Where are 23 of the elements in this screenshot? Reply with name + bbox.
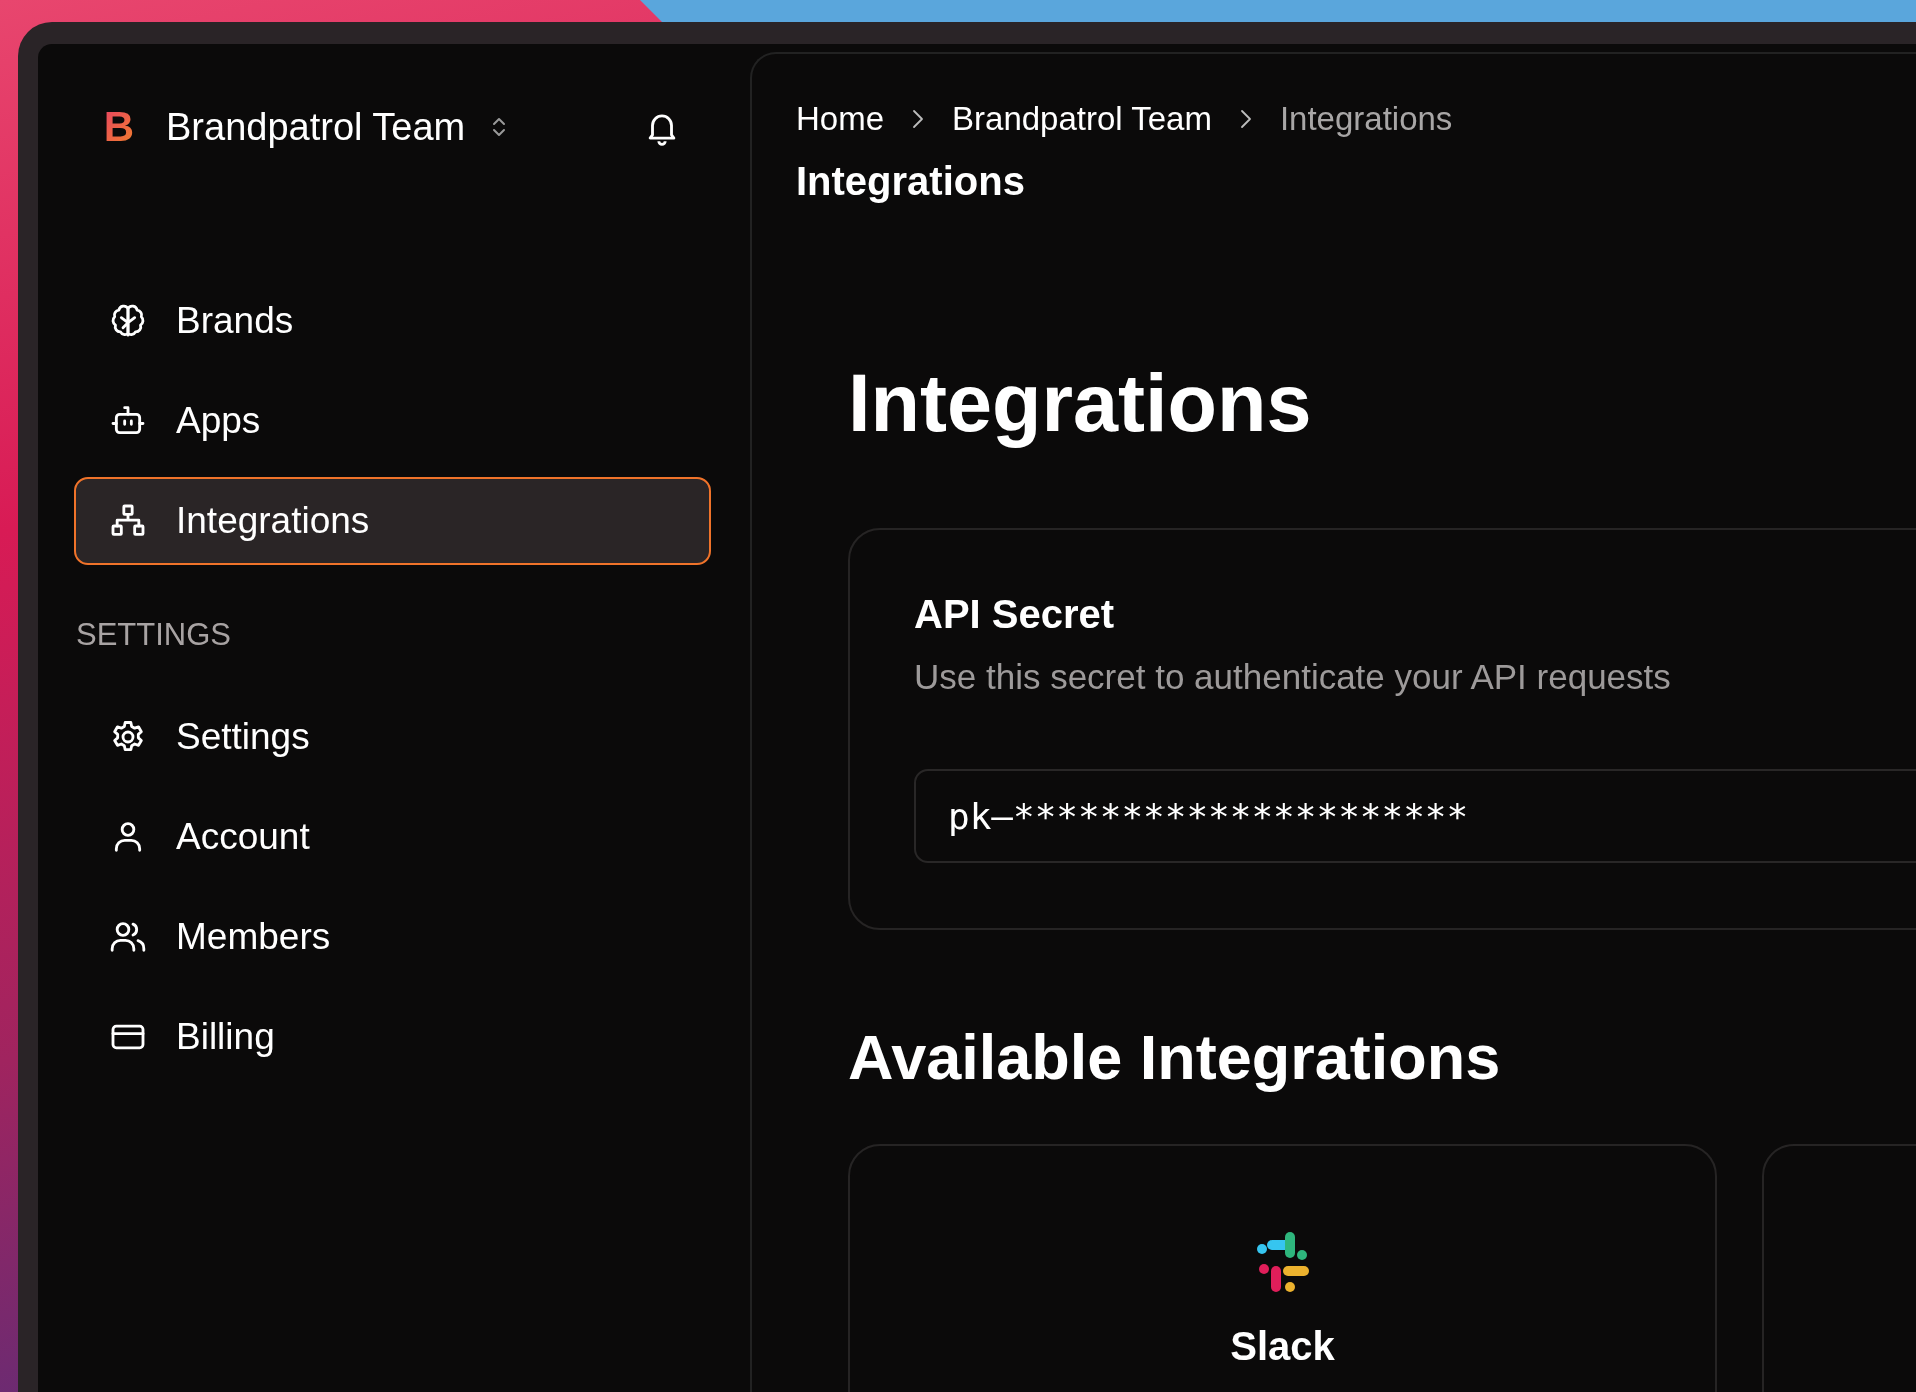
secret-field[interactable]: pk–********************* <box>914 769 1916 864</box>
integration-name: Slack <box>1230 1323 1335 1369</box>
chevron-right-icon <box>912 109 925 129</box>
sidebar-item[interactable]: Integrations <box>74 477 711 565</box>
sidebar-item[interactable]: Account <box>74 793 711 881</box>
chevron-right-icon <box>1239 109 1252 129</box>
integration-card[interactable]: Slack <box>848 1143 1717 1392</box>
sidebar-item[interactable]: Billing <box>74 993 711 1081</box>
section-label: SETTINGS <box>76 617 232 653</box>
chevron-up-down-icon <box>491 115 508 139</box>
breadcrumb-link[interactable]: Home <box>796 100 885 138</box>
card-title: API Secret <box>914 592 1116 638</box>
team-switcher[interactable]: Brandpatrol Team <box>166 105 508 149</box>
page-title: Integrations <box>796 159 1026 204</box>
sidebar-item[interactable]: Brands <box>74 277 711 365</box>
breadcrumb-link[interactable]: Brandpatrol Team <box>952 100 1212 138</box>
breadcrumb-link[interactable]: Integrations <box>1279 100 1453 138</box>
sidebar-item[interactable]: Settings <box>74 693 711 781</box>
page-heading: Integrations <box>848 359 1313 449</box>
section-heading: Available Integrations <box>848 1021 1502 1095</box>
sidebar-item[interactable]: Apps <box>74 377 711 465</box>
card-description: Use this secret to authenticate your API requests <box>914 657 1672 698</box>
sidebar-item[interactable]: Members <box>74 893 711 981</box>
